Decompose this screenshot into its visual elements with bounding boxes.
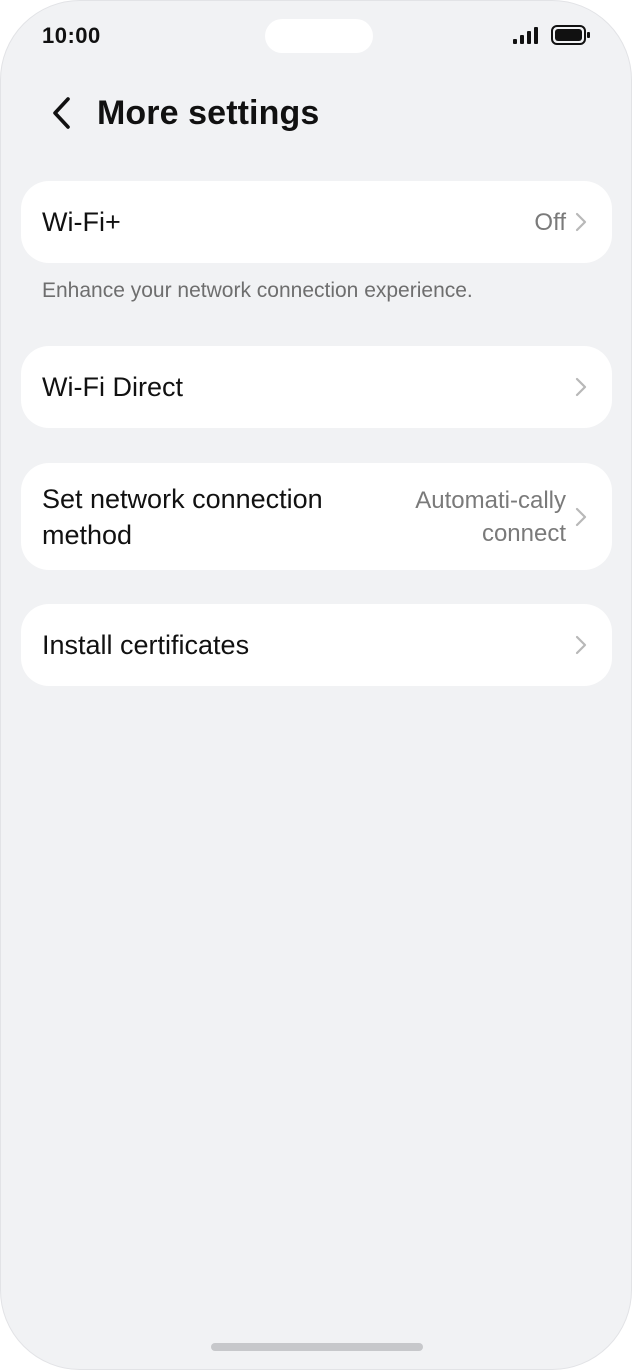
chevron-right-icon [574,376,588,398]
camera-notch [265,19,373,53]
wifi-direct-right [574,376,588,398]
wifi-plus-value: Off [534,208,566,236]
wifi-plus-caption: Enhance your network connection experien… [42,279,473,302]
phone-screen: 10:00 More settings Wi-Fi+ Off Enhance y… [0,0,632,1370]
page-title: More settings [97,94,320,132]
wifi-direct-label: Wi-Fi Direct [42,372,183,402]
back-button[interactable] [39,93,83,137]
chevron-right-icon [574,634,588,656]
wifi-direct-item[interactable]: Wi-Fi Direct [21,346,612,428]
header: More settings [1,85,631,141]
status-icons [513,25,591,50]
install-certificates-right [574,634,588,656]
battery-full-icon [551,25,591,50]
install-certificates-label: Install certificates [42,630,250,660]
chevron-left-icon [50,96,72,135]
status-time: 10:00 [42,23,101,48]
home-indicator[interactable] [211,1343,423,1351]
network-connection-method-right: Automati-cally connect [406,484,588,550]
chevron-right-icon [574,506,588,528]
wifi-plus-item[interactable]: Wi-Fi+ Off [21,181,612,263]
chevron-right-icon [574,211,588,233]
status-bar: 10:00 [1,1,631,73]
signal-bars-icon [513,26,543,49]
network-connection-method-item[interactable]: Set network connection method Automati-c… [21,463,612,570]
network-connection-method-label: Set network connection method [42,483,323,550]
network-connection-method-value: Automati-cally connect [415,486,566,547]
install-certificates-item[interactable]: Install certificates [21,604,612,686]
wifi-plus-right: Off [534,206,588,239]
wifi-plus-label: Wi-Fi+ [42,207,121,237]
